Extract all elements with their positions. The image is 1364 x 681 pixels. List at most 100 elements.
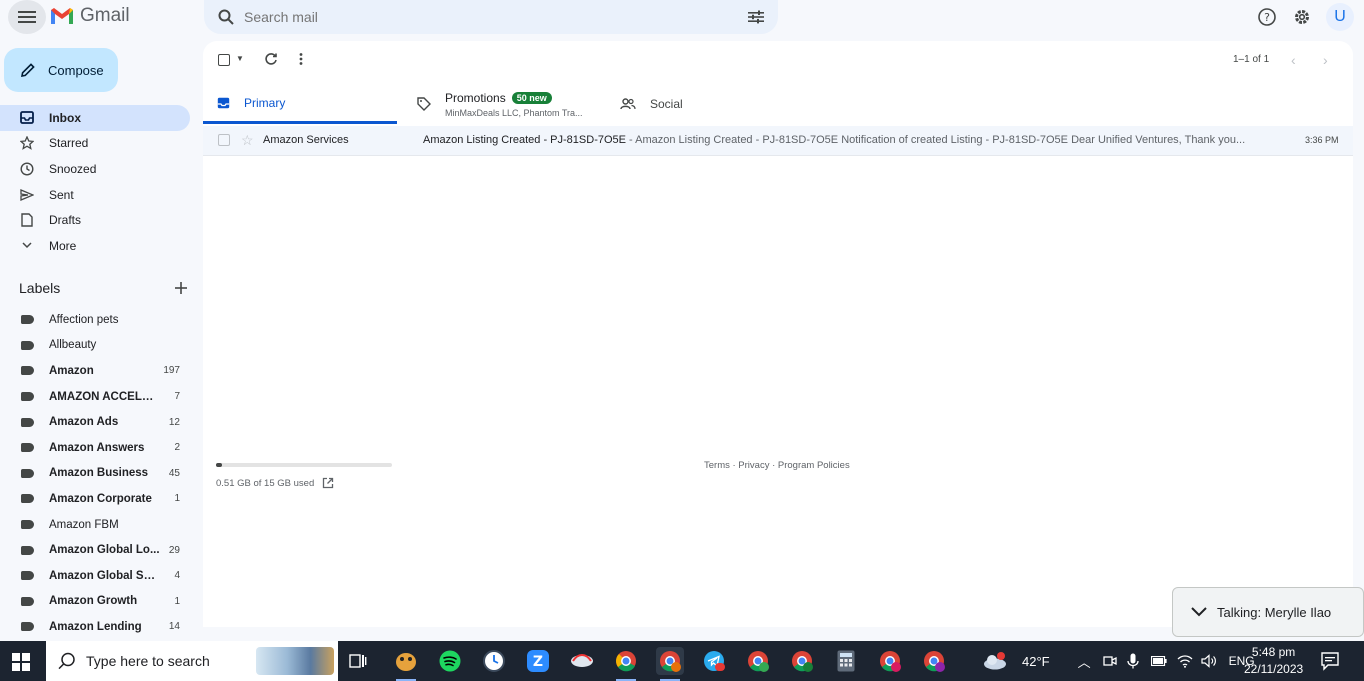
clock-date: 22/11/2023 xyxy=(1244,662,1304,676)
label-tag-icon xyxy=(21,494,34,504)
label-item[interactable]: Amazon Growth 1 xyxy=(0,589,190,615)
label-tag-icon xyxy=(21,417,34,427)
label-item[interactable]: Amazon FBM xyxy=(0,512,190,538)
chrome-profile-m-icon[interactable] xyxy=(656,647,684,681)
notifications-icon[interactable] xyxy=(1320,651,1342,671)
email-subject: Amazon Listing Created - PJ-81SD-7O5E xyxy=(423,134,626,146)
footer-links[interactable]: Terms · Privacy · Program Policies xyxy=(704,460,850,471)
help-icon: ? xyxy=(1258,8,1276,26)
sidebar-item-drafts[interactable]: Drafts xyxy=(0,207,190,233)
compose-button[interactable]: Compose xyxy=(4,48,118,92)
mail-panel: ▼ 1–1 of 1 ‹ › Primary Promotions 50 new… xyxy=(203,41,1353,627)
label-item[interactable]: Amazon Business 45 xyxy=(0,461,190,487)
label-item[interactable]: Amazon Lending 14 xyxy=(0,614,190,640)
chrome-profile-l-icon[interactable] xyxy=(788,647,816,675)
sidebar-nav: Inbox Starred Snoozed Sent Drafts More xyxy=(0,105,190,259)
main-menu-button[interactable] xyxy=(8,0,46,34)
storage-usage: 0.51 GB of 15 GB used xyxy=(216,463,392,489)
settings-button[interactable] xyxy=(1289,4,1315,30)
labels-header: Labels xyxy=(19,280,187,296)
sidebar-item-sent[interactable]: Sent xyxy=(0,182,190,208)
sidebar-item-more[interactable]: More xyxy=(0,233,190,259)
label-item[interactable]: Affection pets xyxy=(0,307,190,333)
app-bird-icon[interactable] xyxy=(568,647,596,675)
label-item[interactable]: AMAZON ACCELER... 7 xyxy=(0,384,190,410)
chevron-right-icon[interactable]: › xyxy=(1323,52,1328,68)
taskbar-clock[interactable]: 5:48 pm 22/11/2023 xyxy=(1244,644,1303,678)
search-input[interactable] xyxy=(244,9,748,25)
add-label-icon[interactable] xyxy=(175,282,187,294)
calculator-icon[interactable] xyxy=(832,647,860,675)
label-item[interactable]: Allbeauty xyxy=(0,333,190,359)
draft-icon xyxy=(21,213,33,227)
microphone-icon[interactable] xyxy=(1126,653,1139,669)
sidebar-item-label: Inbox xyxy=(49,110,81,125)
meet-icon[interactable] xyxy=(1102,654,1117,668)
more-vert-icon[interactable] xyxy=(299,52,303,66)
windows-start-icon[interactable] xyxy=(12,653,30,671)
gmail-logo[interactable]: Gmail xyxy=(50,5,130,27)
battery-icon[interactable] xyxy=(1150,656,1167,666)
chrome-profile-s-icon[interactable] xyxy=(876,647,904,675)
help-button[interactable]: ? xyxy=(1254,4,1280,30)
clock-time: 5:48 pm xyxy=(1251,645,1296,659)
weather-temp[interactable]: 42°F xyxy=(1022,654,1050,669)
pager-text: 1–1 of 1 xyxy=(1233,54,1270,65)
app-fish-icon[interactable] xyxy=(392,647,420,681)
search-icon[interactable] xyxy=(218,9,234,25)
tab-primary[interactable]: Primary xyxy=(203,84,397,124)
label-item[interactable]: Amazon Global Sell... 4 xyxy=(0,563,190,589)
speaker-icon[interactable] xyxy=(1201,654,1217,668)
chevron-down-icon xyxy=(22,242,32,249)
refresh-icon[interactable] xyxy=(264,52,278,66)
taskbar-search[interactable]: Type here to search xyxy=(46,641,338,681)
email-time: 3:36 PM xyxy=(1305,135,1339,145)
chevron-up-icon[interactable]: ︿ xyxy=(1078,652,1091,671)
select-all-checkbox[interactable] xyxy=(218,54,230,66)
label-tag-icon xyxy=(21,545,34,555)
label-item[interactable]: Amazon Global Lo... 29 xyxy=(0,537,190,563)
label-item[interactable]: Amazon Ads 12 xyxy=(0,409,190,435)
label-item[interactable]: Amazon Answers 2 xyxy=(0,435,190,461)
email-sender: Amazon Services xyxy=(263,134,349,146)
open-external-icon[interactable] xyxy=(322,477,334,489)
label-item[interactable]: Amazon 197 xyxy=(0,358,190,384)
chrome-profile-r-icon[interactable] xyxy=(920,647,948,675)
select-dropdown-icon[interactable]: ▼ xyxy=(236,54,244,63)
sidebar-item-inbox[interactable]: Inbox xyxy=(0,105,190,131)
labels-list: Affection pets Allbeauty Amazon 197 AMAZO… xyxy=(0,307,190,640)
svg-text:?: ? xyxy=(1264,11,1270,24)
zoom-icon[interactable]: Z xyxy=(524,647,552,675)
wifi-icon[interactable] xyxy=(1177,654,1193,668)
tab-social[interactable]: Social xyxy=(620,84,780,124)
spotify-icon[interactable] xyxy=(436,647,464,675)
account-avatar[interactable]: U xyxy=(1326,3,1354,31)
search-options-icon[interactable] xyxy=(748,10,764,24)
email-checkbox[interactable] xyxy=(218,134,230,146)
star-icon[interactable]: ☆ xyxy=(241,132,254,149)
clock-app-icon[interactable] xyxy=(480,647,508,675)
labels-title: Labels xyxy=(19,280,61,296)
task-view-icon[interactable] xyxy=(344,647,372,675)
chrome-profile-m-icon[interactable] xyxy=(744,647,772,675)
tab-label: Primary xyxy=(244,95,286,110)
chrome-icon[interactable] xyxy=(612,647,640,681)
people-icon xyxy=(620,98,636,110)
label-item[interactable]: Amazon Corporate 1 xyxy=(0,486,190,512)
chevron-down-icon[interactable] xyxy=(1191,607,1207,617)
search-bar[interactable] xyxy=(204,0,778,34)
cloud-weather-icon[interactable] xyxy=(982,652,1008,670)
email-row[interactable]: ☆ Amazon Services Amazon Listing Created… xyxy=(203,126,1353,156)
tab-promotions[interactable]: Promotions 50 new MinMaxDeals LLC, Phant… xyxy=(417,84,597,124)
label-tag-icon xyxy=(21,622,34,632)
chevron-left-icon[interactable]: ‹ xyxy=(1291,52,1296,68)
sidebar-item-snoozed[interactable]: Snoozed xyxy=(0,156,190,182)
storage-text: 0.51 GB of 15 GB used xyxy=(216,477,315,489)
sidebar-item-starred[interactable]: Starred xyxy=(0,131,190,157)
label-tag-icon xyxy=(21,520,34,530)
call-toast[interactable]: Talking: Merylle Ilao xyxy=(1172,587,1364,637)
telegram-icon[interactable] xyxy=(700,647,728,675)
tab-label: Social xyxy=(650,97,683,111)
compose-label: Compose xyxy=(48,62,104,78)
sidebar-item-label: Snoozed xyxy=(49,161,97,176)
